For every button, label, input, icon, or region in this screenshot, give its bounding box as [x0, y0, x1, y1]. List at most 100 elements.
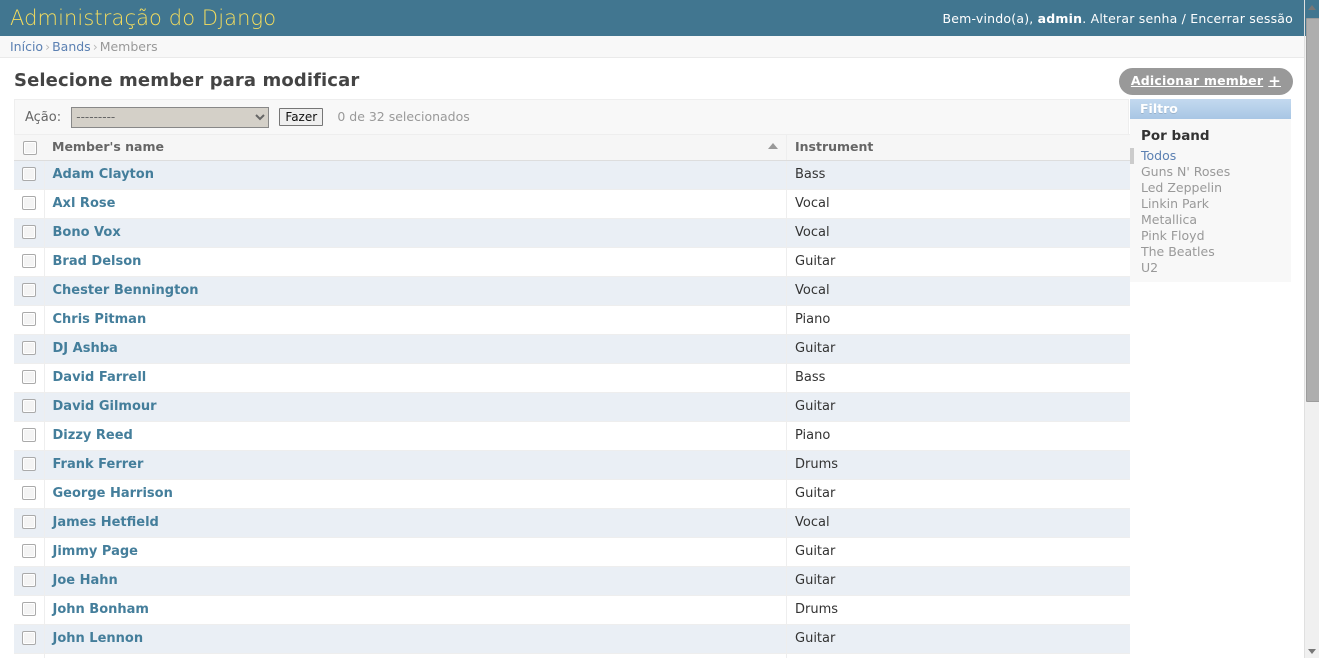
checkbox-icon[interactable] — [21, 486, 36, 500]
row-select-cell[interactable] — [14, 624, 45, 654]
member-name-link[interactable]: Adam Clayton — [53, 167, 154, 182]
member-name-link[interactable]: DJ Ashba — [53, 341, 118, 356]
checkbox-icon[interactable] — [21, 341, 36, 355]
member-name-link[interactable]: George Harrison — [53, 486, 173, 501]
checkbox-icon[interactable] — [21, 254, 36, 268]
scroll-down-arrow-icon[interactable] — [1305, 644, 1319, 658]
filter-option-link[interactable]: Pink Floyd — [1141, 228, 1205, 243]
member-name-link[interactable]: Chester Bennington — [53, 283, 199, 298]
table-row: John Bonham Drums — [14, 595, 1130, 625]
checkbox-icon[interactable] — [21, 428, 36, 442]
column-header-instrument[interactable]: Instrument — [786, 134, 1130, 161]
sort-by-name-link[interactable]: Member's name — [44, 135, 786, 159]
member-name-link[interactable]: James Hetfield — [53, 515, 159, 530]
sort-by-instrument-link[interactable]: Instrument — [787, 135, 1130, 159]
breadcrumb-home[interactable]: Início — [10, 39, 43, 54]
select-all-checkbox[interactable] — [14, 135, 44, 160]
scrollbar-thumb[interactable] — [1306, 18, 1319, 402]
vertical-scrollbar[interactable] — [1304, 0, 1319, 658]
checkbox-icon[interactable] — [21, 457, 36, 471]
member-name-cell: John Bonham — [44, 595, 787, 625]
filter-option-link[interactable]: The Beatles — [1141, 244, 1215, 259]
row-select-cell[interactable] — [14, 276, 45, 306]
filter-option-link[interactable]: Todos — [1141, 148, 1176, 163]
change-password-link[interactable]: Alterar senha — [1091, 11, 1178, 26]
row-select-cell[interactable] — [14, 392, 45, 422]
checkbox-icon[interactable] — [21, 631, 36, 645]
row-select-cell[interactable] — [14, 363, 45, 393]
checkbox-icon[interactable] — [21, 167, 36, 181]
member-name-cell: David Farrell — [44, 363, 787, 393]
username-label: admin — [1037, 11, 1083, 26]
member-name-link[interactable]: Frank Ferrer — [53, 457, 144, 472]
row-select-cell[interactable] — [14, 653, 45, 658]
logout-link[interactable]: Encerrar sessão — [1190, 11, 1293, 26]
checkbox-icon[interactable] — [21, 602, 36, 616]
checkbox-icon[interactable] — [21, 573, 36, 587]
site-header: Administração do Django Bem-vindo(a), ad… — [0, 0, 1305, 36]
checkbox-icon[interactable] — [21, 515, 36, 529]
row-select-cell[interactable] — [14, 508, 45, 538]
instrument-cell: Vocal — [786, 218, 1130, 248]
checkbox-icon[interactable] — [21, 225, 36, 239]
member-name-link[interactable]: John Lennon — [53, 631, 144, 646]
member-name-link[interactable]: Dizzy Reed — [53, 428, 133, 443]
filter-option: Metallica — [1130, 212, 1291, 228]
row-select-cell[interactable] — [14, 305, 45, 335]
column-header-select-all[interactable] — [14, 134, 44, 161]
member-name-link[interactable]: Brad Delson — [53, 254, 142, 269]
member-name-link[interactable]: David Farrell — [53, 370, 147, 385]
filter-option: Todos — [1130, 148, 1291, 164]
action-select[interactable]: --------- — [71, 106, 270, 128]
checkbox-icon[interactable] — [23, 140, 37, 155]
table-row: John Lennon Guitar — [14, 624, 1130, 654]
checkbox-icon[interactable] — [21, 370, 36, 384]
row-select-cell[interactable] — [14, 479, 45, 509]
filter-option-link[interactable]: Led Zeppelin — [1141, 180, 1222, 195]
row-select-cell[interactable] — [14, 218, 45, 248]
member-name-cell: Frank Ferrer — [44, 450, 787, 480]
filter-option-link[interactable]: U2 — [1141, 260, 1158, 275]
row-select-cell[interactable] — [14, 247, 45, 277]
row-select-cell[interactable] — [14, 189, 45, 219]
checkbox-icon[interactable] — [21, 196, 36, 210]
checkbox-icon[interactable] — [21, 544, 36, 558]
filter-option-link[interactable]: Guns N' Roses — [1141, 164, 1230, 179]
instrument-cell: Guitar — [786, 392, 1130, 422]
row-select-cell[interactable] — [14, 566, 45, 596]
member-name-cell: Chester Bennington — [44, 276, 787, 306]
row-select-cell[interactable] — [14, 537, 45, 567]
member-name-link[interactable]: Joe Hahn — [53, 573, 118, 588]
row-select-cell[interactable] — [14, 160, 45, 190]
member-name-link[interactable]: John Bonham — [53, 602, 149, 617]
checkbox-icon[interactable] — [21, 312, 36, 326]
filter-option-link[interactable]: Metallica — [1141, 212, 1197, 227]
scroll-up-arrow-icon[interactable] — [1305, 0, 1319, 14]
table-row: Bono Vox Vocal — [14, 218, 1130, 248]
run-action-button[interactable]: Fazer — [279, 108, 324, 126]
member-name-link[interactable]: Jimmy Page — [53, 544, 138, 559]
plus-icon: + — [1268, 72, 1281, 90]
row-select-cell[interactable] — [14, 421, 45, 451]
member-name-cell: Joe Hahn — [44, 566, 787, 596]
instrument-cell: Guitar — [786, 479, 1130, 509]
table-row: David Farrell Bass — [14, 363, 1130, 393]
page-title: Selecione member para modificar — [14, 70, 360, 91]
checkbox-icon[interactable] — [21, 283, 36, 297]
row-select-cell[interactable] — [14, 450, 45, 480]
object-tools: Adicionar member + — [1118, 68, 1293, 95]
breadcrumb-app-bands[interactable]: Bands — [52, 39, 91, 54]
filter-option-link[interactable]: Linkin Park — [1141, 196, 1209, 211]
checkbox-icon[interactable] — [21, 399, 36, 413]
column-header-member-name[interactable]: Member's name — [44, 134, 787, 161]
member-name-link[interactable]: Chris Pitman — [53, 312, 147, 327]
row-select-cell[interactable] — [14, 334, 45, 364]
filter-option: Led Zeppelin — [1130, 180, 1291, 196]
add-member-button[interactable]: Adicionar member + — [1118, 68, 1293, 95]
table-row: John Paul JonesBass — [14, 653, 1130, 658]
member-name-link[interactable]: Axl Rose — [53, 196, 116, 211]
member-name-link[interactable]: David Gilmour — [53, 399, 157, 414]
instrument-cell: Guitar — [786, 624, 1130, 654]
member-name-link[interactable]: Bono Vox — [53, 225, 121, 240]
row-select-cell[interactable] — [14, 595, 45, 625]
